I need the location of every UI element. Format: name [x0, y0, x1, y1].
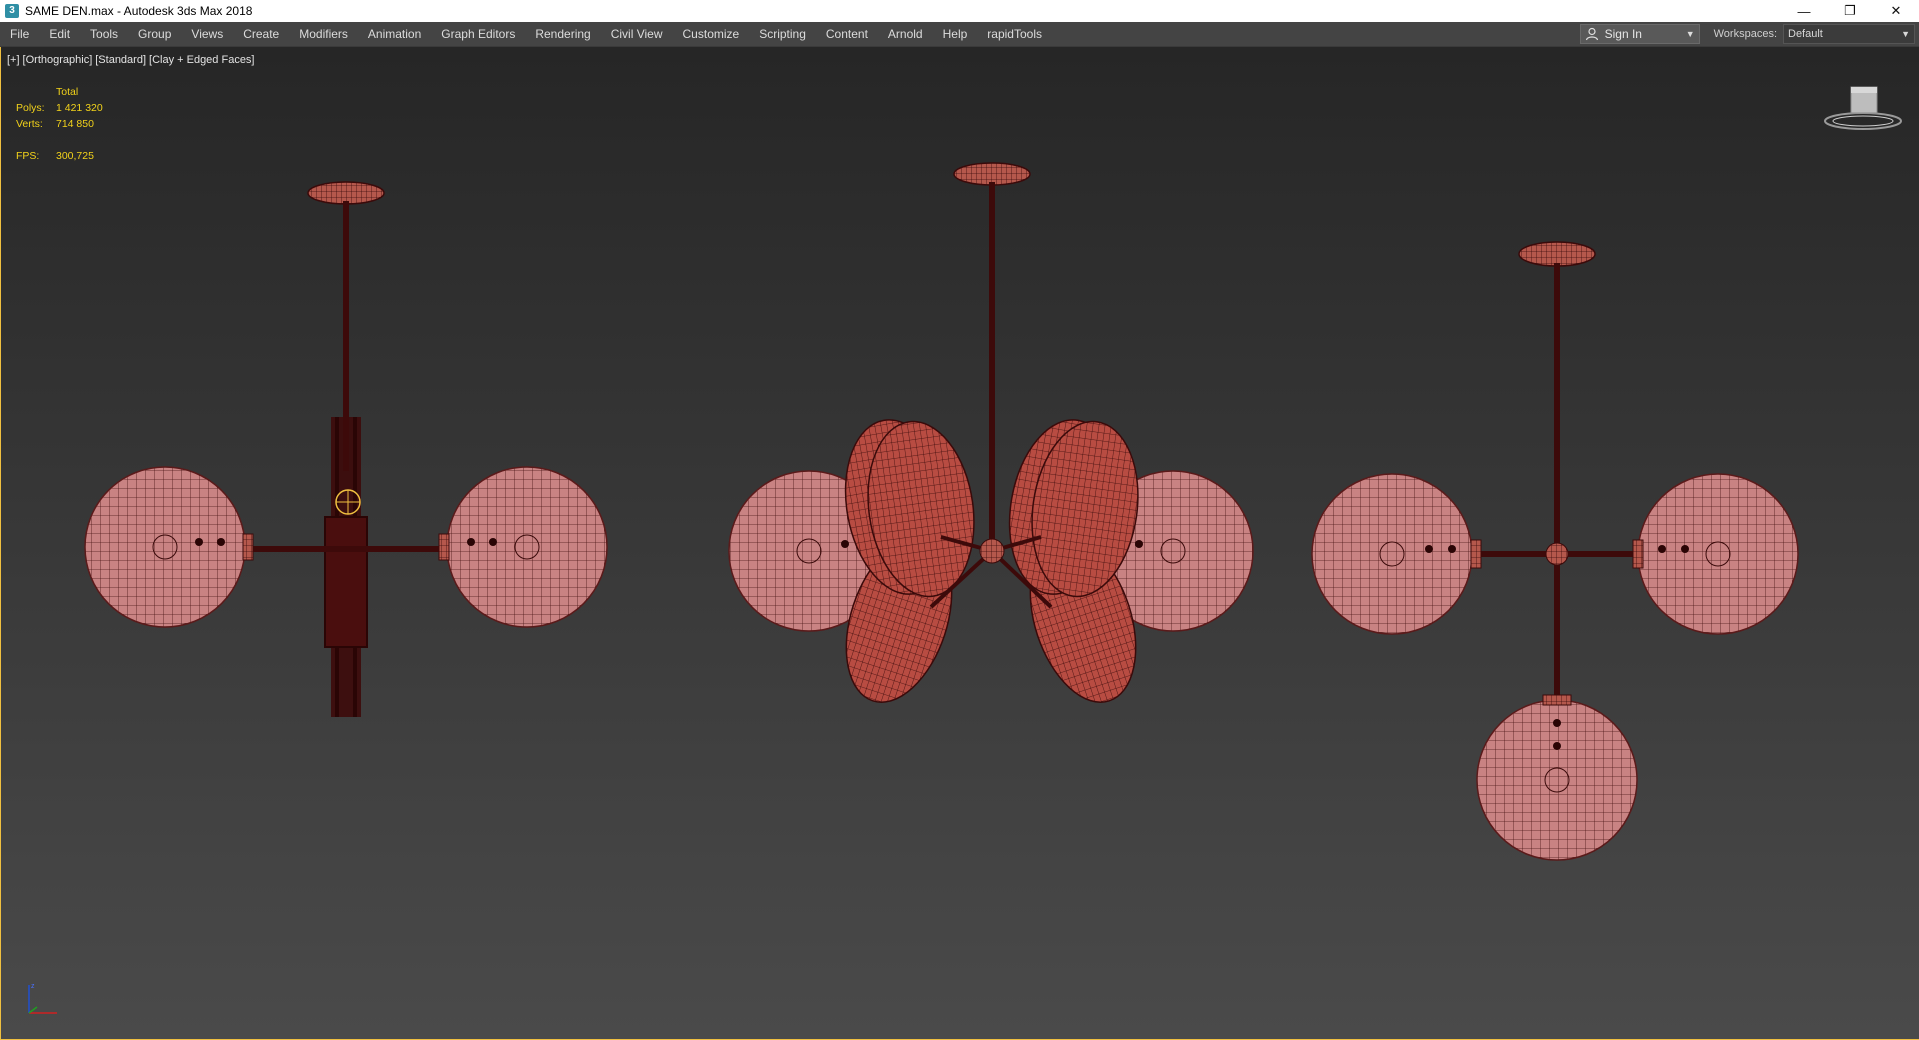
app-icon[interactable]: 3	[5, 4, 19, 18]
menu-item-edit[interactable]: Edit	[39, 22, 80, 46]
chandelier-left[interactable]	[84, 181, 608, 717]
menu-items: File Edit Tools Group Views Create Modifiers An…	[0, 22, 1580, 46]
menu-item-civil-view[interactable]: Civil View	[601, 22, 673, 46]
fps-label: FPS:	[16, 150, 40, 162]
viewport-label-part[interactable]: [Orthographic]	[23, 54, 93, 66]
menu-item-animation[interactable]: Animation	[358, 22, 431, 46]
menu-item-create[interactable]: Create	[233, 22, 289, 46]
menu-item-views[interactable]: Views	[181, 22, 233, 46]
menu-item-modifiers[interactable]: Modifiers	[289, 22, 358, 46]
minimize-button[interactable]: —	[1781, 0, 1827, 22]
window-title: SAME DEN.max - Autodesk 3ds Max 2018	[25, 4, 253, 18]
viewport-label-part[interactable]: [Clay + Edged Faces]	[149, 54, 254, 66]
viewport-label-part[interactable]: [+]	[7, 54, 20, 66]
menu-item-rendering[interactable]: Rendering	[525, 22, 600, 46]
fps-value: 300,725	[56, 150, 94, 162]
viewport-label-part[interactable]: [Standard]	[95, 54, 146, 66]
workspace-select[interactable]: Default ▼	[1783, 24, 1915, 44]
viewport-label[interactable]: [+] [Orthographic] [Standard] [Clay + Edged…	[7, 54, 258, 66]
menu-item-file[interactable]: File	[0, 22, 39, 46]
menu-item-help[interactable]: Help	[933, 22, 978, 46]
axis-tripod-icon: z	[28, 983, 57, 1014]
sign-in-button[interactable]: Sign In ▼	[1579, 24, 1700, 44]
verts-value: 714 850	[56, 118, 94, 130]
menu-item-arnold[interactable]: Arnold	[878, 22, 933, 46]
viewport-perspective[interactable]: [+] [Orthographic] [Standard] [Clay + Edged…	[0, 47, 1919, 1040]
chevron-down-icon: ▼	[1685, 29, 1695, 39]
menu-item-group[interactable]: Group	[128, 22, 181, 46]
chandelier-middle[interactable]	[728, 162, 1254, 716]
sign-in-label: Sign In	[1604, 27, 1642, 41]
menu-item-rapidtools[interactable]: rapidTools	[977, 22, 1052, 46]
menu-item-customize[interactable]: Customize	[673, 22, 750, 46]
workspace-value: Default	[1788, 28, 1823, 40]
menu-item-content[interactable]: Content	[816, 22, 878, 46]
scene-canvas[interactable]	[1, 47, 1919, 1040]
close-button[interactable]: ✕	[1873, 0, 1919, 22]
polys-value: 1 421 320	[56, 102, 103, 114]
viewcube-icon[interactable]	[1823, 83, 1903, 133]
restore-button[interactable]: ❐	[1827, 0, 1873, 22]
viewport-statistics: Total Polys: 1 421 320 Verts: 714 850 FP…	[16, 84, 103, 164]
workspaces-label: Workspaces:	[1713, 28, 1777, 40]
polys-label: Polys:	[16, 102, 45, 114]
menu-item-tools[interactable]: Tools	[80, 22, 128, 46]
menu-bar: File Edit Tools Group Views Create Modifiers An…	[0, 22, 1919, 47]
title-bar: 3 SAME DEN.max - Autodesk 3ds Max 2018 —…	[0, 0, 1919, 22]
stats-header: Total	[56, 86, 79, 98]
chevron-down-icon: ▼	[1901, 29, 1910, 39]
svg-text:z: z	[31, 983, 35, 990]
person-icon	[1585, 27, 1598, 41]
menu-item-scripting[interactable]: Scripting	[749, 22, 816, 46]
verts-label: Verts:	[16, 118, 43, 130]
menu-item-graph-editors[interactable]: Graph Editors	[431, 22, 525, 46]
chandelier-right[interactable]	[1311, 241, 1799, 861]
